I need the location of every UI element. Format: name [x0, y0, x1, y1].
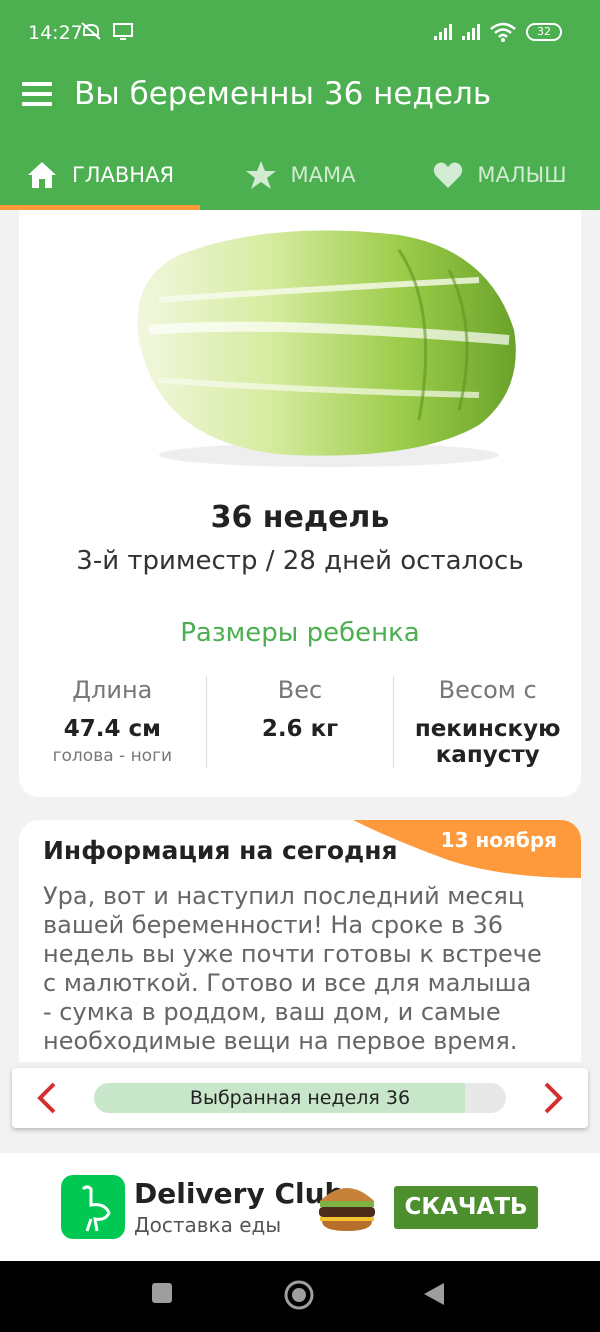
recent-apps-button[interactable]	[150, 1281, 174, 1305]
status-bar: 14:27 32	[0, 0, 600, 52]
trimester-text: 3-й триместр / 28 дней осталось	[76, 546, 524, 576]
signal-icon	[462, 24, 480, 40]
heart-icon	[434, 162, 463, 188]
star-icon	[245, 161, 276, 189]
tab-label: МАМА	[290, 163, 356, 187]
weight-stat: Вес 2.6 кг	[205, 676, 394, 768]
tab-home[interactable]: ГЛАВНАЯ	[0, 140, 200, 210]
tab-baby[interactable]: МАЛЫШ	[400, 140, 600, 210]
length-label: Длина	[72, 676, 153, 704]
cabbage-image	[137, 230, 516, 467]
system-nav-bar	[0, 1261, 600, 1332]
ad-banner[interactable]: Delivery Club Доставка еды СКАЧАТЬ	[0, 1153, 600, 1261]
screen-icon	[113, 23, 133, 40]
tab-label: МАЛЫШ	[477, 163, 567, 187]
mute-icon	[81, 22, 101, 40]
size-stats: Длина 47.4 см голова - ноги Вес 2.6 кг В…	[19, 676, 581, 768]
wifi-icon	[490, 22, 516, 42]
length-value: 47.4 см	[63, 716, 161, 742]
info-card: 13 ноября Информация на сегодня Ура, вот…	[19, 820, 581, 1062]
ad-brand: Delivery Club	[134, 1177, 345, 1210]
compare-label: Весом с	[438, 676, 537, 704]
week-selector: Выбранная неделя 36	[12, 1068, 588, 1128]
burger-image	[319, 1188, 375, 1231]
back-button[interactable]	[422, 1281, 446, 1307]
status-time: 14:27	[28, 22, 83, 44]
tab-label: ГЛАВНАЯ	[71, 163, 175, 187]
menu-icon[interactable]	[22, 82, 52, 108]
week-card: 36 недель 3-й триместр / 28 дней осталос…	[19, 210, 581, 797]
sizes-title: Размеры ребенка	[180, 618, 420, 648]
length-stat: Длина 47.4 см голова - ноги	[19, 676, 206, 768]
info-title: Информация на сегодня	[43, 836, 398, 865]
week-progress-label: Выбранная неделя 36	[189, 1087, 411, 1109]
ad-tagline: Доставка еды	[134, 1213, 282, 1237]
ostrich-icon	[81, 1185, 111, 1232]
weeks-heading: 36 недель	[210, 500, 390, 535]
tab-bar: ГЛАВНАЯ МАМА МАЛЫШ	[0, 140, 600, 210]
length-sub: голова - ноги	[52, 746, 173, 766]
signal-icon	[434, 24, 452, 40]
battery-icon: 32	[526, 23, 562, 41]
weight-label: Вес	[277, 676, 323, 704]
info-text: Ура, вот и наступил последний месяц ваше…	[43, 882, 542, 1055]
compare-value: пекинскую капусту	[414, 716, 561, 768]
info-date: 13 ноября	[440, 828, 557, 852]
weight-value: 2.6 кг	[261, 716, 339, 742]
compare-stat: Весом с пекинскую капусту	[393, 676, 581, 768]
chevron-left-icon[interactable]	[34, 1082, 62, 1114]
delivery-club-logo	[61, 1175, 125, 1239]
home-icon	[27, 162, 56, 188]
download-button[interactable]: СКАЧАТЬ	[394, 1186, 538, 1229]
week-progress[interactable]: Выбранная неделя 36	[94, 1083, 506, 1113]
app-bar: Вы беременны 36 недель	[0, 52, 600, 140]
page-title: Вы беременны 36 недель	[74, 76, 492, 112]
tab-mom[interactable]: МАМА	[200, 140, 400, 210]
chevron-right-icon[interactable]	[538, 1082, 566, 1114]
home-button[interactable]	[283, 1279, 315, 1311]
